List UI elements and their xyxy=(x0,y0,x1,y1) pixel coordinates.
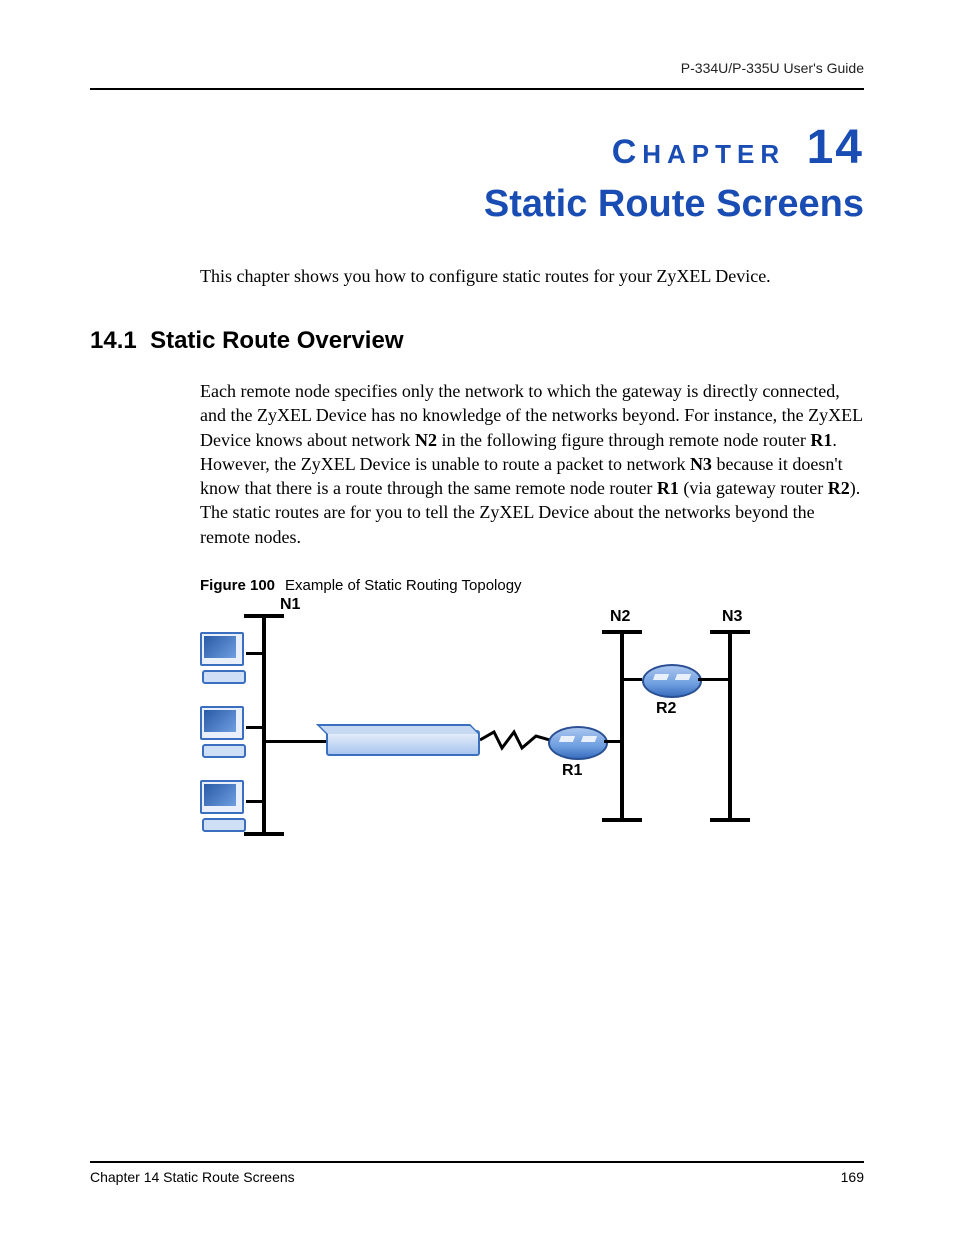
chapter-word-cap: C xyxy=(612,133,643,171)
gateway-device-icon xyxy=(326,730,480,756)
n2-bus xyxy=(620,630,624,820)
pc-icon xyxy=(200,706,246,748)
section-title: Static Route Overview xyxy=(150,327,403,354)
n2-cap-bot xyxy=(602,818,642,822)
section-body: Each remote node specifies only the netw… xyxy=(200,379,864,549)
chapter-title: Static Route Screens xyxy=(90,183,864,226)
pc-link xyxy=(246,726,262,729)
pc-icon xyxy=(200,632,246,674)
r1-to-n2-link xyxy=(604,740,620,743)
footer-left: Chapter 14 Static Route Screens xyxy=(90,1169,295,1185)
page-number: 169 xyxy=(841,1169,864,1185)
n1-label: N1 xyxy=(280,596,300,614)
n3-bus xyxy=(728,630,732,820)
section-heading: 14.1 Static Route Overview xyxy=(90,327,864,355)
figure-caption: Figure 100 Example of Static Routing Topo… xyxy=(200,577,864,594)
r2-to-n3-link xyxy=(698,678,728,681)
chapter-word-rest: HAPTER xyxy=(642,139,785,169)
chapter-intro: This chapter shows you how to configure … xyxy=(200,266,864,287)
chapter-number: 14 xyxy=(807,121,864,174)
chapter-kicker: CHAPTER 14 xyxy=(90,120,864,175)
n3-label: N3 xyxy=(722,608,742,626)
page-footer: Chapter 14 Static Route Screens 169 xyxy=(90,1161,864,1185)
chapter-heading-block: CHAPTER 14 Static Route Screens xyxy=(90,120,864,226)
pc-icon xyxy=(200,780,246,822)
r2-label: R2 xyxy=(656,700,676,718)
pc-link xyxy=(246,652,262,655)
section-number: 14.1 xyxy=(90,327,137,354)
running-header: P-334U/P-335U User's Guide xyxy=(90,60,864,76)
n1-cap-bot xyxy=(244,832,284,836)
n1-bus xyxy=(262,614,266,834)
header-rule xyxy=(90,88,864,90)
figure-label: Figure 100 xyxy=(200,577,275,594)
n2-label: N2 xyxy=(610,608,630,626)
figure-caption-text: Example of Static Routing Topology xyxy=(285,577,522,594)
wan-link-icon xyxy=(480,728,550,752)
footer-rule xyxy=(90,1161,864,1163)
pc-link xyxy=(246,800,262,803)
router-icon xyxy=(548,726,608,760)
router-icon xyxy=(642,664,702,698)
n2-to-r2-link xyxy=(624,678,642,681)
r1-label: R1 xyxy=(562,762,582,780)
n1-to-gw-link xyxy=(266,740,326,743)
n3-cap-bot xyxy=(710,818,750,822)
topology-diagram: N1 R1 N2 R2 N3 xyxy=(200,600,780,850)
